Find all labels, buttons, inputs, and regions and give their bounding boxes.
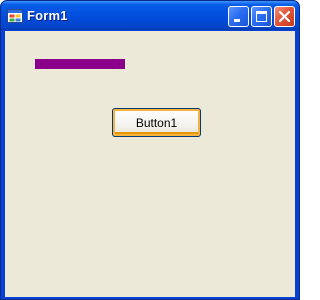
maximize-button[interactable] <box>251 6 272 27</box>
window-title: Form1 <box>27 8 68 23</box>
form-app-icon[interactable] <box>7 8 23 24</box>
title-bar[interactable]: Form1 <box>1 1 299 30</box>
form1-window: Form1 Button1 <box>0 0 300 300</box>
maximize-icon <box>256 11 267 22</box>
purple-bar <box>35 59 125 69</box>
form-client-area: Button1 <box>5 31 295 297</box>
button1[interactable]: Button1 <box>112 108 201 137</box>
minimize-button[interactable] <box>228 6 249 27</box>
close-icon <box>278 10 291 23</box>
close-button[interactable] <box>274 6 295 27</box>
minimize-icon <box>234 19 240 22</box>
